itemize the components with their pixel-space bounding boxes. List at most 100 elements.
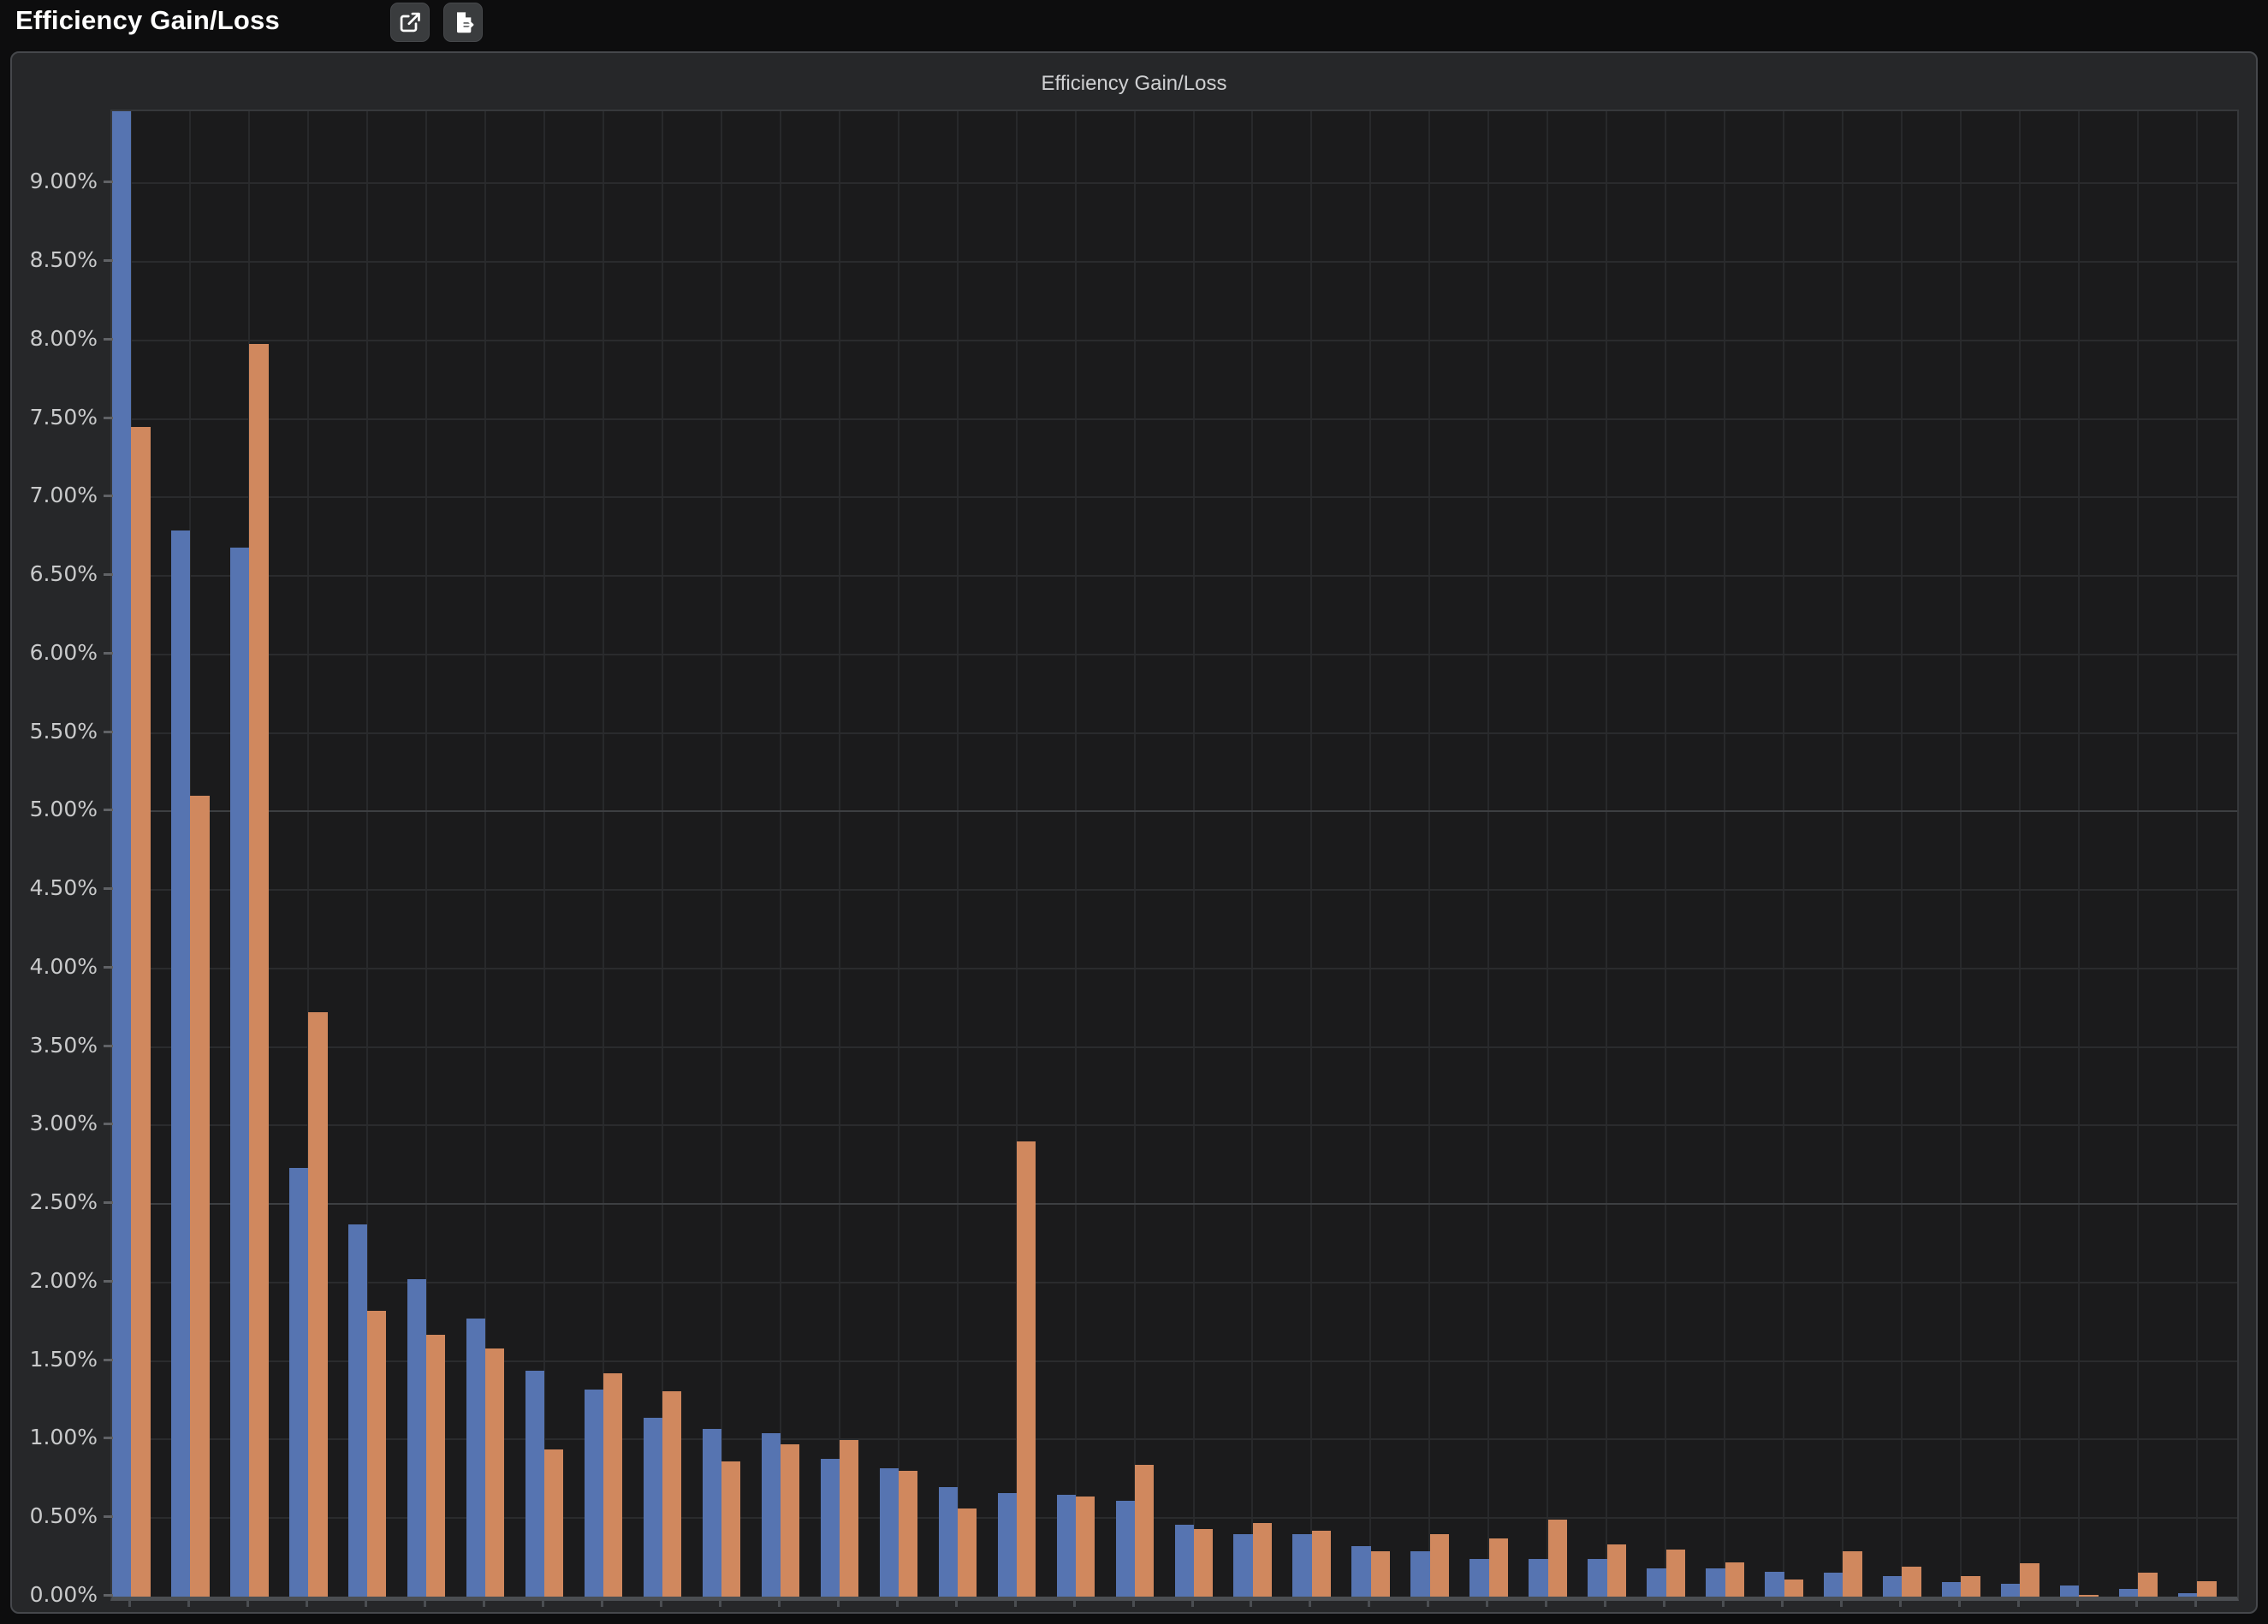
bar-series-blue-33[interactable] [2001,1584,2020,1597]
bar-series-orange-7[interactable] [485,1348,504,1597]
bar-series-orange-11[interactable] [721,1461,740,1597]
bar-series-orange-34[interactable] [2079,1595,2098,1597]
h-gridline [112,1203,2237,1205]
y-tick [104,731,113,733]
bar-series-orange-4[interactable] [308,1012,327,1597]
bar-series-blue-4[interactable] [289,1168,308,1597]
x-tick [1663,1599,1665,1607]
bar-series-blue-22[interactable] [1351,1546,1370,1597]
h-gridline [112,418,2237,420]
bar-series-blue-16[interactable] [998,1493,1017,1597]
y-axis-label: 2.00% [3,1268,98,1293]
bar-series-orange-15[interactable] [958,1508,977,1597]
x-tick [1545,1599,1547,1607]
bar-series-blue-6[interactable] [407,1279,426,1597]
bar-series-blue-26[interactable] [1588,1559,1606,1597]
bar-series-blue-21[interactable] [1292,1534,1311,1597]
bar-series-orange-29[interactable] [1784,1580,1803,1597]
bar-series-blue-18[interactable] [1116,1501,1135,1597]
bar-series-orange-22[interactable] [1371,1551,1390,1597]
bar-series-orange-33[interactable] [2020,1563,2039,1597]
bar-series-blue-23[interactable] [1410,1551,1429,1597]
bar-series-orange-18[interactable] [1135,1465,1154,1597]
v-gridline [2196,111,2198,1597]
bar-series-blue-31[interactable] [1883,1576,1902,1597]
y-tick [104,1515,113,1518]
x-tick [1073,1599,1076,1607]
bar-series-orange-31[interactable] [1902,1567,1921,1597]
bar-series-blue-30[interactable] [1824,1573,1843,1597]
bar-series-orange-2[interactable] [190,796,209,1597]
y-axis-label: 6.50% [3,561,98,586]
y-axis-label: 7.00% [3,483,98,507]
bar-series-orange-26[interactable] [1607,1544,1626,1597]
bar-series-orange-10[interactable] [662,1391,681,1597]
bar-series-blue-12[interactable] [762,1433,781,1597]
bar-series-blue-34[interactable] [2060,1585,2079,1597]
bar-series-orange-5[interactable] [367,1311,386,1597]
bar-series-orange-28[interactable] [1725,1562,1744,1597]
bar-series-orange-12[interactable] [781,1444,799,1597]
bar-series-orange-19[interactable] [1194,1529,1213,1597]
x-tick [2076,1599,2079,1607]
bar-series-blue-24[interactable] [1469,1559,1488,1597]
bar-series-orange-32[interactable] [1961,1576,1980,1597]
bar-series-orange-21[interactable] [1312,1531,1331,1597]
export-button[interactable] [443,3,483,42]
y-tick [104,1437,113,1439]
chart-plot-area[interactable] [110,110,2239,1601]
bar-series-orange-27[interactable] [1666,1550,1685,1597]
bar-series-orange-8[interactable] [544,1449,563,1597]
bar-series-blue-8[interactable] [525,1371,544,1597]
bar-series-blue-3[interactable] [230,548,249,1597]
bar-series-blue-10[interactable] [644,1418,662,1597]
bar-series-blue-35[interactable] [2119,1589,2138,1597]
bar-series-blue-36[interactable] [2178,1593,2197,1597]
y-tick [104,338,113,341]
bar-series-blue-13[interactable] [821,1459,840,1597]
bar-series-orange-25[interactable] [1548,1520,1567,1597]
bar-series-orange-24[interactable] [1489,1538,1508,1597]
bar-series-blue-11[interactable] [703,1429,721,1597]
bar-series-blue-1[interactable] [112,111,131,1597]
page-title: Efficiency Gain/Loss [15,5,280,36]
bar-series-orange-16[interactable] [1017,1141,1036,1597]
bar-series-blue-9[interactable] [585,1390,603,1597]
bar-series-blue-25[interactable] [1529,1559,1547,1597]
bar-series-blue-29[interactable] [1765,1572,1784,1597]
bar-series-orange-20[interactable] [1253,1523,1272,1597]
bar-series-orange-13[interactable] [840,1440,858,1597]
bar-series-orange-6[interactable] [426,1335,445,1597]
bar-series-orange-36[interactable] [2197,1581,2216,1597]
bar-series-orange-17[interactable] [1076,1497,1095,1597]
bar-series-orange-35[interactable] [2138,1573,2157,1597]
y-tick [104,1045,113,1047]
bar-series-orange-9[interactable] [603,1373,622,1597]
v-gridline [2137,111,2139,1597]
bar-series-blue-28[interactable] [1706,1568,1725,1597]
x-tick [1840,1599,1843,1607]
bar-series-orange-14[interactable] [899,1471,917,1597]
bar-series-blue-32[interactable] [1942,1582,1961,1597]
x-tick [837,1599,840,1607]
x-tick [1958,1599,1961,1607]
bar-series-orange-23[interactable] [1430,1534,1449,1597]
bar-series-blue-7[interactable] [466,1319,485,1597]
bar-series-blue-20[interactable] [1233,1534,1252,1597]
bar-series-blue-14[interactable] [880,1468,899,1597]
bar-series-blue-27[interactable] [1647,1568,1665,1597]
h-gridline [112,654,2237,655]
bar-series-blue-2[interactable] [171,530,190,1597]
h-gridline [112,340,2237,341]
bar-series-blue-19[interactable] [1175,1525,1194,1597]
open-external-button[interactable] [390,3,430,42]
bar-series-orange-1[interactable] [131,427,150,1597]
x-tick [1486,1599,1488,1607]
bar-series-orange-30[interactable] [1843,1551,1861,1597]
bar-series-blue-17[interactable] [1057,1495,1076,1597]
bar-series-orange-3[interactable] [249,344,268,1597]
x-tick [306,1599,308,1607]
bar-series-blue-15[interactable] [939,1487,958,1597]
x-tick [187,1599,190,1607]
bar-series-blue-5[interactable] [348,1224,367,1597]
